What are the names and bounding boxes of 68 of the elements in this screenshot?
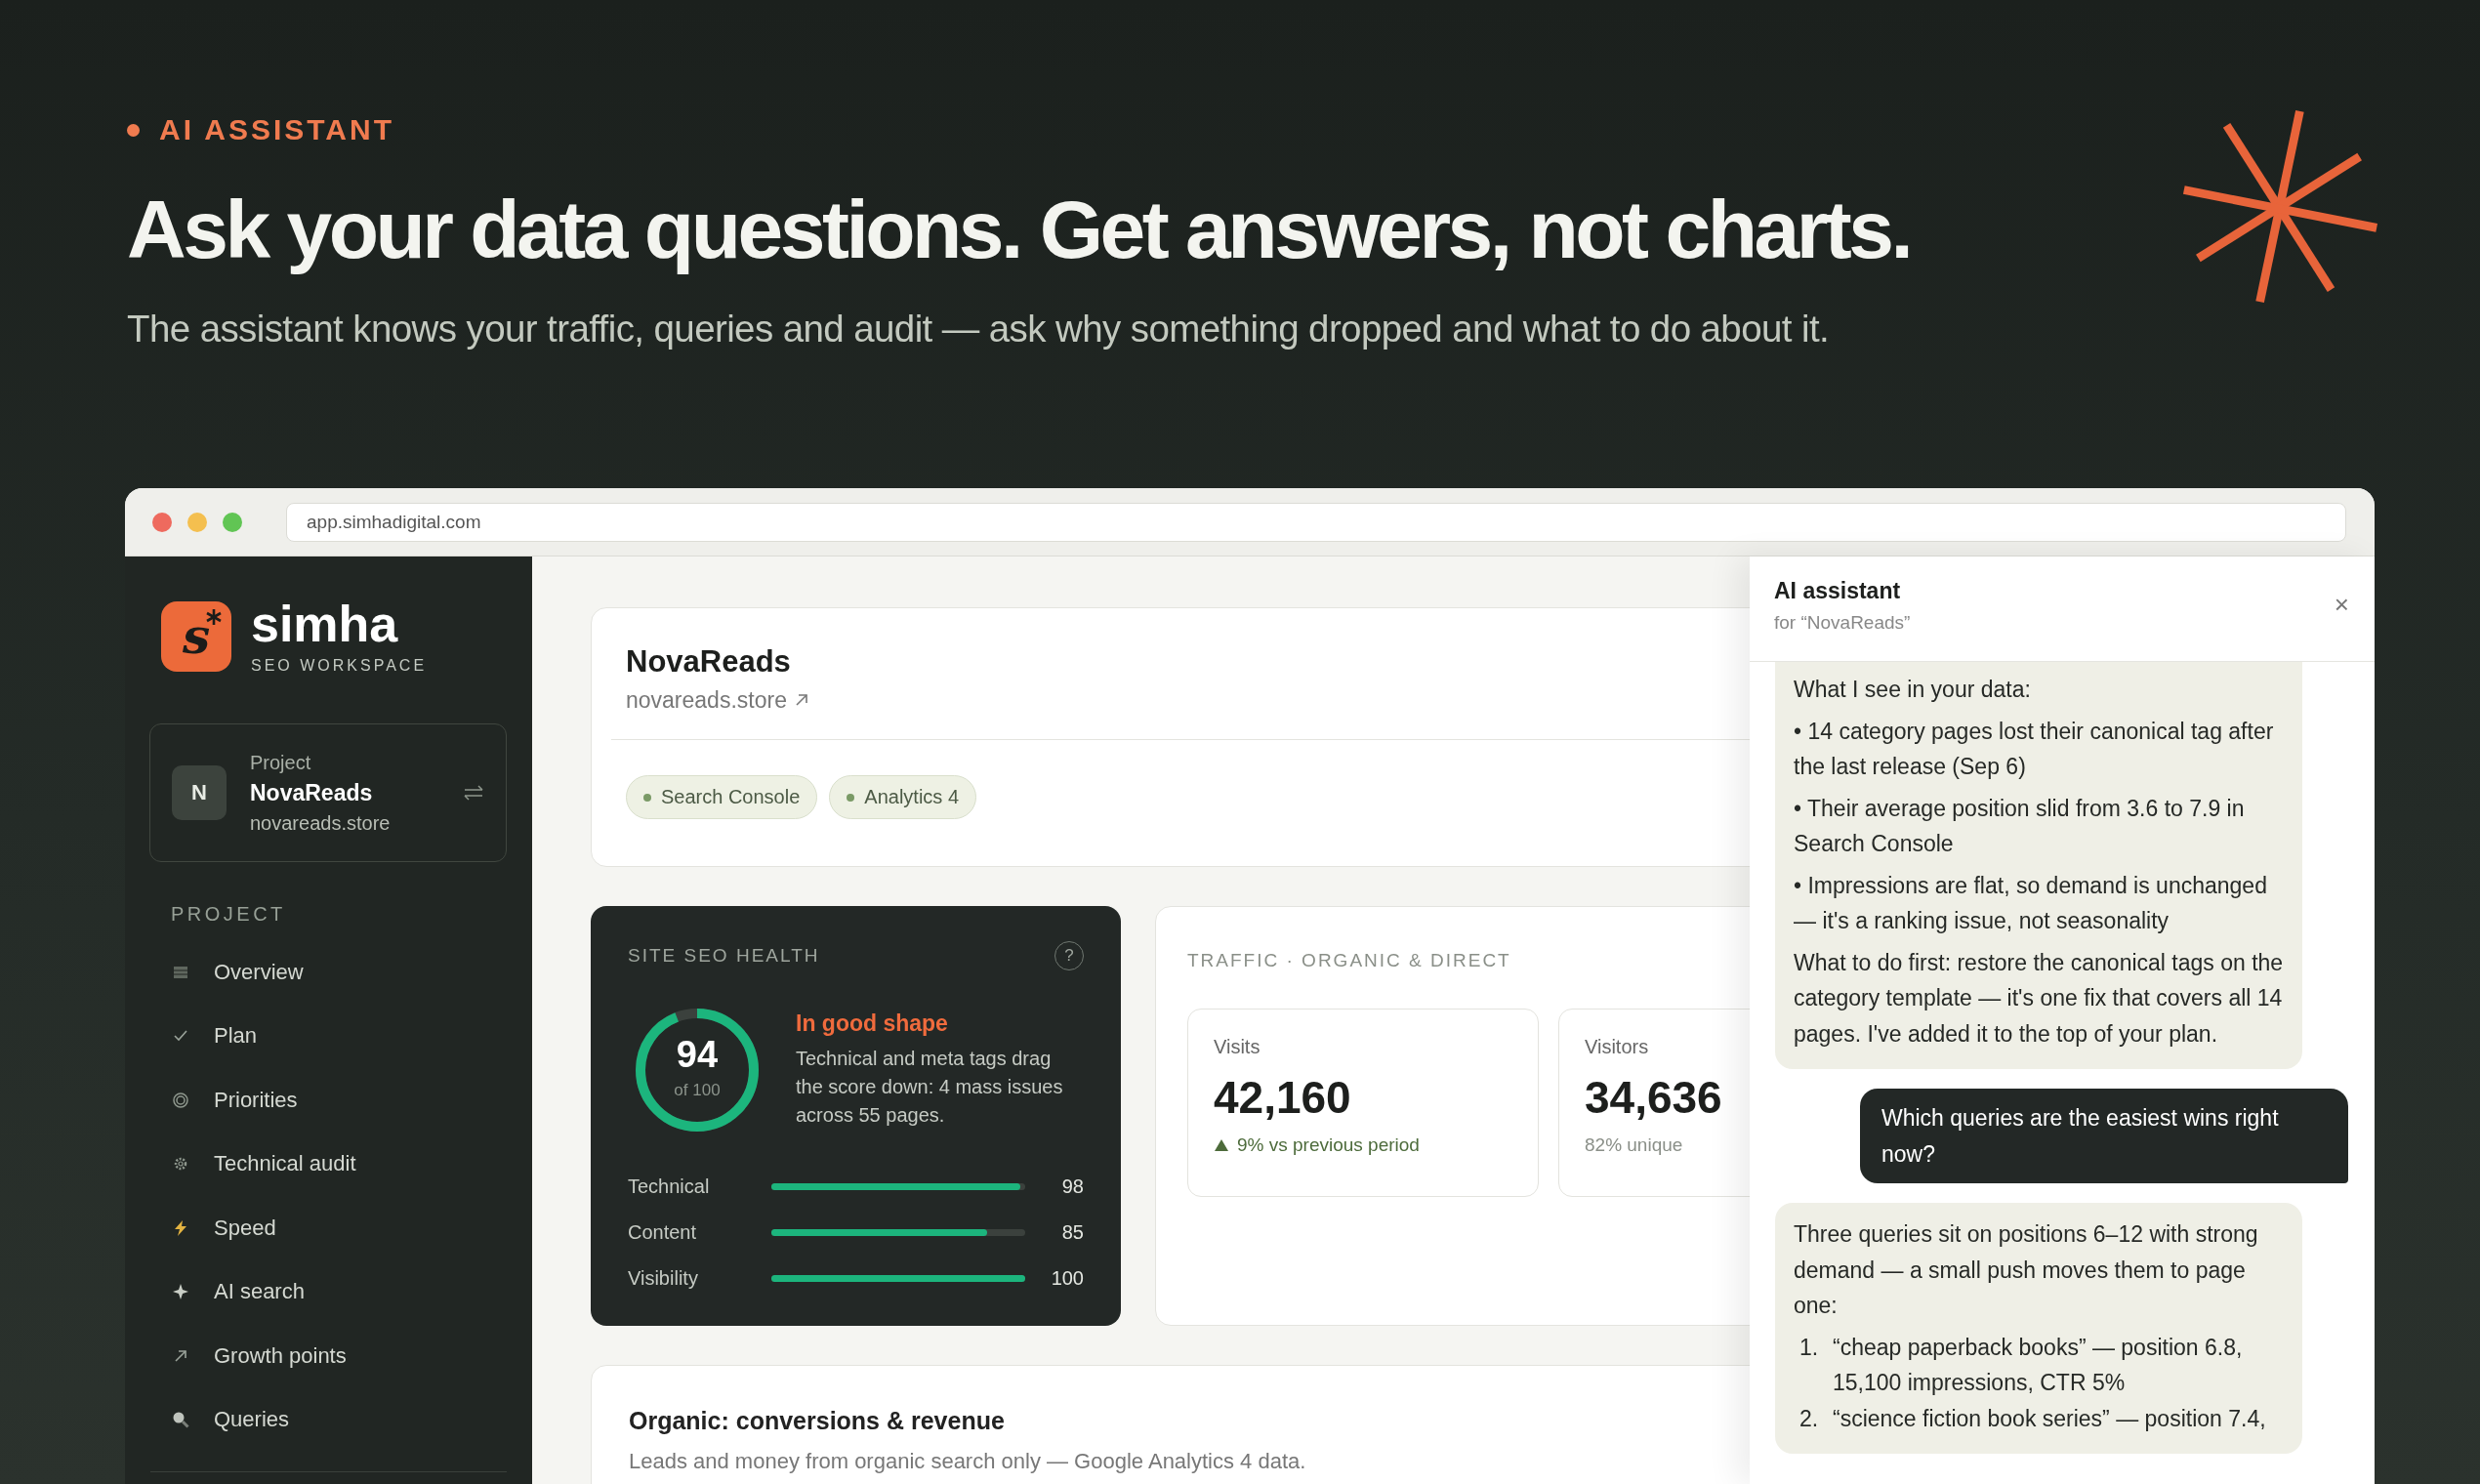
nav-item[interactable]: Technical audit [125, 1132, 532, 1196]
message-text: Which queries are the easiest wins right now? [1881, 1104, 2280, 1169]
metric-label: Content [628, 1221, 698, 1244]
nav-item[interactable]: Queries [125, 1387, 532, 1452]
message-text: What to do first: restore the canonical tags on the category template — it's one fix that covers all 14 pages. I've added it to the top of your plan. [1794, 948, 2285, 1049]
card-title: SITE SEO HEALTH [628, 945, 820, 967]
list-number: 2. [1799, 1404, 1820, 1433]
stat-label: Visits [1214, 1036, 1261, 1058]
score-value: 94 [676, 1034, 719, 1075]
stat-value: 42,160 [1214, 1072, 1351, 1123]
window-minimize-button[interactable] [187, 512, 207, 532]
score-scale: of 100 [674, 1081, 721, 1100]
nav-item[interactable]: Overview [125, 940, 532, 1005]
metric-label: Visibility [628, 1267, 699, 1290]
eyebrow-dot [127, 123, 140, 137]
metric-label: Technical [628, 1175, 711, 1198]
card-subtitle: Leads and money from organic search only — Google Analytics 4 data. [629, 1449, 1306, 1474]
search-icon [171, 1410, 190, 1430]
project-title: NovaReads [626, 643, 791, 680]
stat-note: 9% vs previous period [1237, 1134, 1420, 1156]
metric-value: 85 [1060, 1221, 1084, 1244]
card-title: TRAFFIC · ORGANIC & DIRECT [1187, 949, 1511, 972]
project-card[interactable]: N Project NovaReads novareads.store [149, 723, 507, 862]
list-item-text: “cheap paperback books” — position 6.8, 15,100 impressions, CTR 5% [1833, 1333, 2244, 1397]
subtitle: The assistant knows your traffic, queries and audit — ask why something dropped and what to do about it. [127, 307, 1830, 351]
nav-item[interactable]: Growth points [125, 1324, 532, 1388]
project-domain: novareads.store [250, 811, 391, 835]
section-heading: PROJECT [171, 903, 287, 926]
source-tag: Search Console [626, 775, 818, 819]
metric-value: 98 [1060, 1175, 1084, 1198]
logo-name: simha [251, 598, 399, 649]
logo-tagline: SEO WORKSPACE [251, 657, 428, 675]
stat-label: Visitors [1585, 1036, 1649, 1058]
stat-value: 34,636 [1585, 1072, 1722, 1123]
message-text: • Impressions are flat, so demand is unchanged — it's a ranking issue, not seasonality [1794, 871, 2268, 935]
list-item-text: “science fiction book series” — position 7.4, [1833, 1404, 2266, 1433]
nav-item[interactable]: AI search [125, 1259, 532, 1324]
headline: Ask your data questions. Get answers, not charts. [127, 185, 1911, 274]
nav-item[interactable]: Speed [125, 1196, 532, 1260]
message-text: • Their average position slid from 3.6 to 7.9 in Search Console [1794, 794, 2246, 858]
list-number: 1. [1799, 1333, 1820, 1362]
panel-title: AI assistant [1774, 578, 1902, 604]
source-tag: Analytics 4 [829, 775, 977, 819]
external-link-icon [794, 693, 808, 707]
message-text: What I see in your data: [1794, 676, 2032, 704]
card-title: Organic: conversions & revenue [629, 1407, 1005, 1435]
nav-item[interactable]: Priorities [125, 1068, 532, 1133]
project-name: NovaReads [250, 779, 374, 806]
window-zoom-button[interactable] [223, 512, 242, 532]
health-status: In good shape [796, 1010, 948, 1037]
health-description: Technical and meta tags drag the score down: 4 mass issues across 55 pages. [796, 1047, 1064, 1128]
up-triangle-icon [1214, 1138, 1229, 1152]
eyebrow-label: AI ASSISTANT [159, 113, 394, 146]
swap-icon[interactable] [463, 785, 484, 801]
target-icon [171, 1090, 190, 1110]
address-field[interactable]: app.simhadigital.com [286, 502, 2346, 542]
logo-mark: s [161, 601, 231, 672]
message-text: • 14 category pages lost their canonical tag after the last release (Sep 6) [1794, 717, 2275, 781]
metric-value: 100 [1050, 1267, 1084, 1290]
panel-subtitle: for “NovaReads” [1774, 612, 1911, 634]
project-label: Project [250, 751, 312, 774]
project-avatar: N [172, 765, 227, 820]
message-text: Three queries sit on positions 6–12 with strong demand — a small push moves them to page one: [1794, 1220, 2259, 1320]
window-close-button[interactable] [152, 512, 172, 532]
stat-note: 82% unique [1585, 1134, 1683, 1156]
domain-link[interactable]: novareads.store [626, 686, 808, 714]
nav-item[interactable]: Plan [125, 1004, 532, 1068]
close-button[interactable]: × [2330, 590, 2353, 619]
